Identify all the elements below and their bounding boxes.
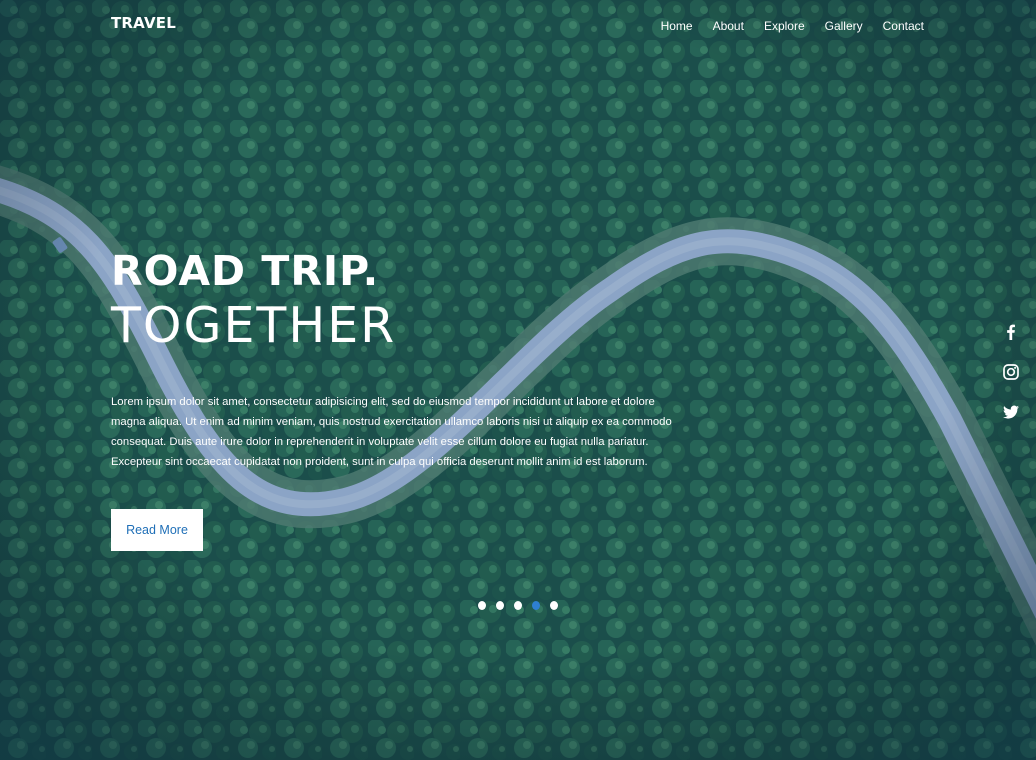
nav-contact[interactable]: Contact [883, 18, 924, 34]
slider-dot-active[interactable] [532, 601, 540, 610]
brand-logo[interactable]: TRAVEL [111, 14, 176, 32]
nav-about[interactable]: About [713, 18, 744, 34]
hero-page: TRAVEL Home About Explore Gallery Contac… [0, 0, 1036, 760]
slider-dot[interactable] [514, 601, 522, 610]
social-links [1002, 323, 1020, 421]
hero-title-line1: ROAD TRIP. [111, 247, 380, 295]
nav-gallery[interactable]: Gallery [825, 18, 863, 34]
read-more-button[interactable]: Read More [111, 509, 203, 551]
instagram-icon[interactable] [1002, 363, 1020, 381]
facebook-icon[interactable] [1002, 323, 1020, 341]
nav-home[interactable]: Home [661, 18, 693, 34]
slider-dots [478, 601, 558, 610]
slider-dot[interactable] [496, 601, 504, 610]
slider-dot[interactable] [550, 601, 558, 610]
hero-title: ROAD TRIP. TOGETHER [111, 246, 396, 356]
hero-description: Lorem ipsum dolor sit amet, consectetur … [111, 396, 672, 468]
main-nav: Home About Explore Gallery Contact [661, 18, 924, 34]
slider-dot[interactable] [478, 601, 486, 610]
hero-title-line2: TOGETHER [111, 297, 397, 354]
nav-explore[interactable]: Explore [764, 18, 805, 34]
color-overlay [0, 0, 1036, 760]
twitter-icon[interactable] [1002, 403, 1020, 421]
